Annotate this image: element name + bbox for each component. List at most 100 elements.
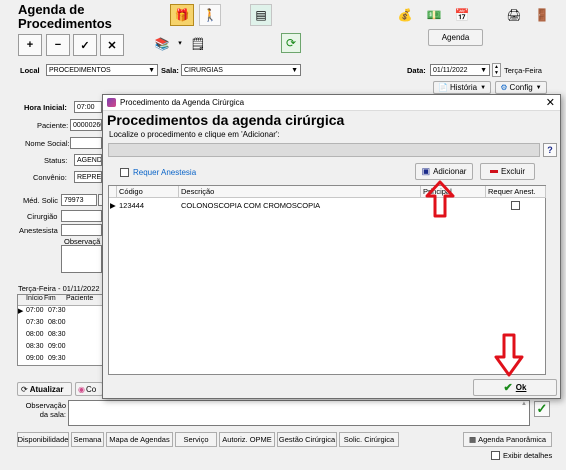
servico-button[interactable]: Serviço — [175, 432, 217, 447]
grid-col-requer-anest[interactable]: Requer Anest. — [486, 186, 546, 198]
remove-button[interactable]: − — [46, 34, 70, 56]
nome-social-field[interactable] — [70, 137, 102, 149]
schedule-col-fim[interactable]: Fim — [44, 295, 66, 305]
config-button[interactable]: ⚙ Config ▼ — [495, 81, 547, 94]
med-solic-label: Méd. Solic — [23, 196, 59, 205]
schedule-row[interactable]: 08:30 09:00 — [18, 343, 104, 354]
schedule-col-paciente[interactable]: Paciente — [66, 295, 104, 305]
cash-icon[interactable]: 💵 — [422, 4, 446, 26]
grid-col-codigo[interactable]: Código — [117, 186, 179, 198]
confirm-button[interactable]: ✓ — [73, 34, 97, 56]
disponibilidade-button[interactable]: Disponibilidade — [17, 432, 69, 447]
convenio-field[interactable]: REPRES — [74, 171, 102, 183]
sala-value: CIRURGIAS — [184, 66, 223, 74]
hora-inicial-label: Hora Inicial: — [24, 103, 67, 112]
document-icon: 📄 — [437, 83, 448, 92]
sala-select[interactable]: CIRURGIAS ▼ — [181, 64, 301, 76]
date-picker[interactable]: 01/11/2022 ▼ — [430, 64, 490, 76]
exibir-detalhes-label: Exibir detalhes — [503, 451, 553, 460]
semana-button[interactable]: Semana — [71, 432, 104, 447]
data-label: Data: — [407, 66, 426, 75]
close-icon[interactable]: ✕ — [546, 96, 555, 109]
chevron-down-icon: ▼ — [480, 84, 487, 91]
paciente-field[interactable]: 00000260 — [70, 119, 102, 131]
observacao-sala-label-1: Observação — [25, 401, 66, 410]
app-logo-icon — [107, 98, 116, 107]
med-solic-field[interactable]: 79973 — [61, 194, 97, 206]
weekday-label: Terça-Feira — [504, 66, 542, 75]
procedures-grid[interactable]: Código Descrição Principal Requer Anest.… — [108, 185, 546, 375]
sala-label: Sala: — [161, 66, 179, 75]
date-spinner[interactable]: ▲ ▼ — [492, 63, 501, 77]
schedule-row[interactable]: 07:30 08:00 — [18, 319, 104, 330]
cor-button[interactable]: ◉ Co — [75, 382, 103, 396]
screen-icon[interactable]: ▤ — [250, 4, 272, 26]
schedule-row[interactable]: 09:00 09:30 — [18, 355, 104, 366]
schedule-row-inicio: 08:30 — [26, 343, 44, 350]
procedure-search-input[interactable] — [108, 143, 540, 157]
schedule-row[interactable]: ▶ 07:00 07:30 — [18, 307, 104, 318]
status-label: Status: — [44, 156, 68, 165]
agenda-panoramica-button[interactable]: ▦ Agenda Panorâmica — [463, 432, 552, 447]
requer-anest-checkbox[interactable] — [511, 201, 520, 210]
table-row[interactable]: ▶ 123444 COLONOSCOPIA COM CROMOSCOPIA — [109, 199, 546, 211]
cancel-button[interactable]: ✕ — [100, 34, 124, 56]
requer-anestesia-checkbox[interactable] — [120, 168, 129, 177]
app-title-line1: Agenda de — [18, 2, 85, 17]
save-checkmark-icon[interactable]: ✓ — [534, 401, 550, 417]
up-arrow-annotation — [425, 180, 455, 218]
config-label: Config — [509, 83, 533, 92]
atualizar-button[interactable]: ⟳ Atualizar — [17, 382, 72, 396]
refresh-icon[interactable]: ⟳ — [281, 33, 301, 53]
observacao-sala-field[interactable] — [68, 400, 530, 426]
chevron-down-icon: ▼ — [535, 84, 542, 91]
grid-indicator-header — [109, 186, 117, 198]
gestao-cirurgica-button[interactable]: Gestão Cirúrgica — [277, 432, 337, 447]
person-icon[interactable]: 🚶 — [199, 4, 221, 26]
dialog-titlebar[interactable]: Procedimento da Agenda Cirúrgica ✕ — [103, 95, 560, 111]
anestesista-field[interactable] — [61, 224, 102, 236]
add-button[interactable]: + — [18, 34, 42, 56]
excluir-button[interactable]: Excluir — [480, 163, 535, 180]
help-button[interactable]: ? — [543, 143, 557, 157]
observacao-sala-scroll-up-icon[interactable]: ▲ — [521, 401, 529, 409]
hora-inicial-field[interactable]: 07:00 — [74, 101, 102, 113]
adicionar-button[interactable]: ▣ Adicionar — [415, 163, 473, 180]
money-icon[interactable]: 💰 — [393, 4, 417, 26]
status-field[interactable]: AGENDA — [74, 154, 102, 166]
ok-button[interactable]: ✔ Ok — [473, 379, 557, 396]
agenda-button[interactable]: Agenda — [428, 29, 483, 46]
current-row-arrow-icon: ▶ — [18, 308, 24, 315]
help-label: ? — [547, 145, 553, 155]
app-title-line2: Procedimentos — [18, 16, 112, 31]
gear-icon: ⚙ — [500, 83, 508, 92]
minus-icon — [489, 170, 498, 173]
schedule-col-inicio[interactable]: Início — [26, 295, 44, 305]
gift-icon[interactable]: 🎁 — [170, 4, 194, 26]
exit-door-icon[interactable]: 🚪 — [530, 4, 554, 26]
schedule-row-fim: 09:00 — [48, 343, 66, 350]
save-icon: ▣ — [421, 166, 431, 176]
dropdown-arrow-icon[interactable]: ▾ — [176, 38, 184, 48]
autoriz-opme-button[interactable]: Autoriz. OPME — [219, 432, 275, 447]
books-icon[interactable]: 📚 — [148, 33, 176, 55]
printer-icon[interactable]: 🖨 — [502, 4, 526, 26]
schedule-grid[interactable]: Início Fim Paciente ▶ 07:00 07:30 07:30 … — [17, 294, 104, 366]
schedule-row-inicio: 07:00 — [26, 307, 44, 314]
exibir-detalhes-checkbox[interactable] — [491, 451, 500, 460]
mapa-agendas-button[interactable]: Mapa de Agendas — [106, 432, 173, 447]
solic-cirurgica-button[interactable]: Solic. Cirúrgica — [339, 432, 399, 447]
historia-button[interactable]: 📄 História ▼ — [433, 81, 491, 94]
notes-icon[interactable]: 🗒 — [186, 33, 210, 55]
schedule-row-inicio: 07:30 — [26, 319, 44, 326]
observacao-field[interactable] — [61, 245, 102, 273]
schedule-row-fim: 09:30 — [48, 355, 66, 362]
cirurgiao-field[interactable] — [61, 210, 102, 222]
chevron-down-icon: ▼ — [148, 66, 155, 74]
local-select[interactable]: PROCEDIMENTOS ▼ — [46, 64, 158, 76]
schedule-date-header: Terça-Feira - 01/11/2022 — [18, 284, 100, 293]
current-row-arrow-icon: ▶ — [110, 200, 116, 210]
grid-col-descricao[interactable]: Descrição — [179, 186, 421, 198]
calendar-icon[interactable]: 📅 — [450, 4, 474, 26]
schedule-row[interactable]: 08:00 08:30 — [18, 331, 104, 342]
